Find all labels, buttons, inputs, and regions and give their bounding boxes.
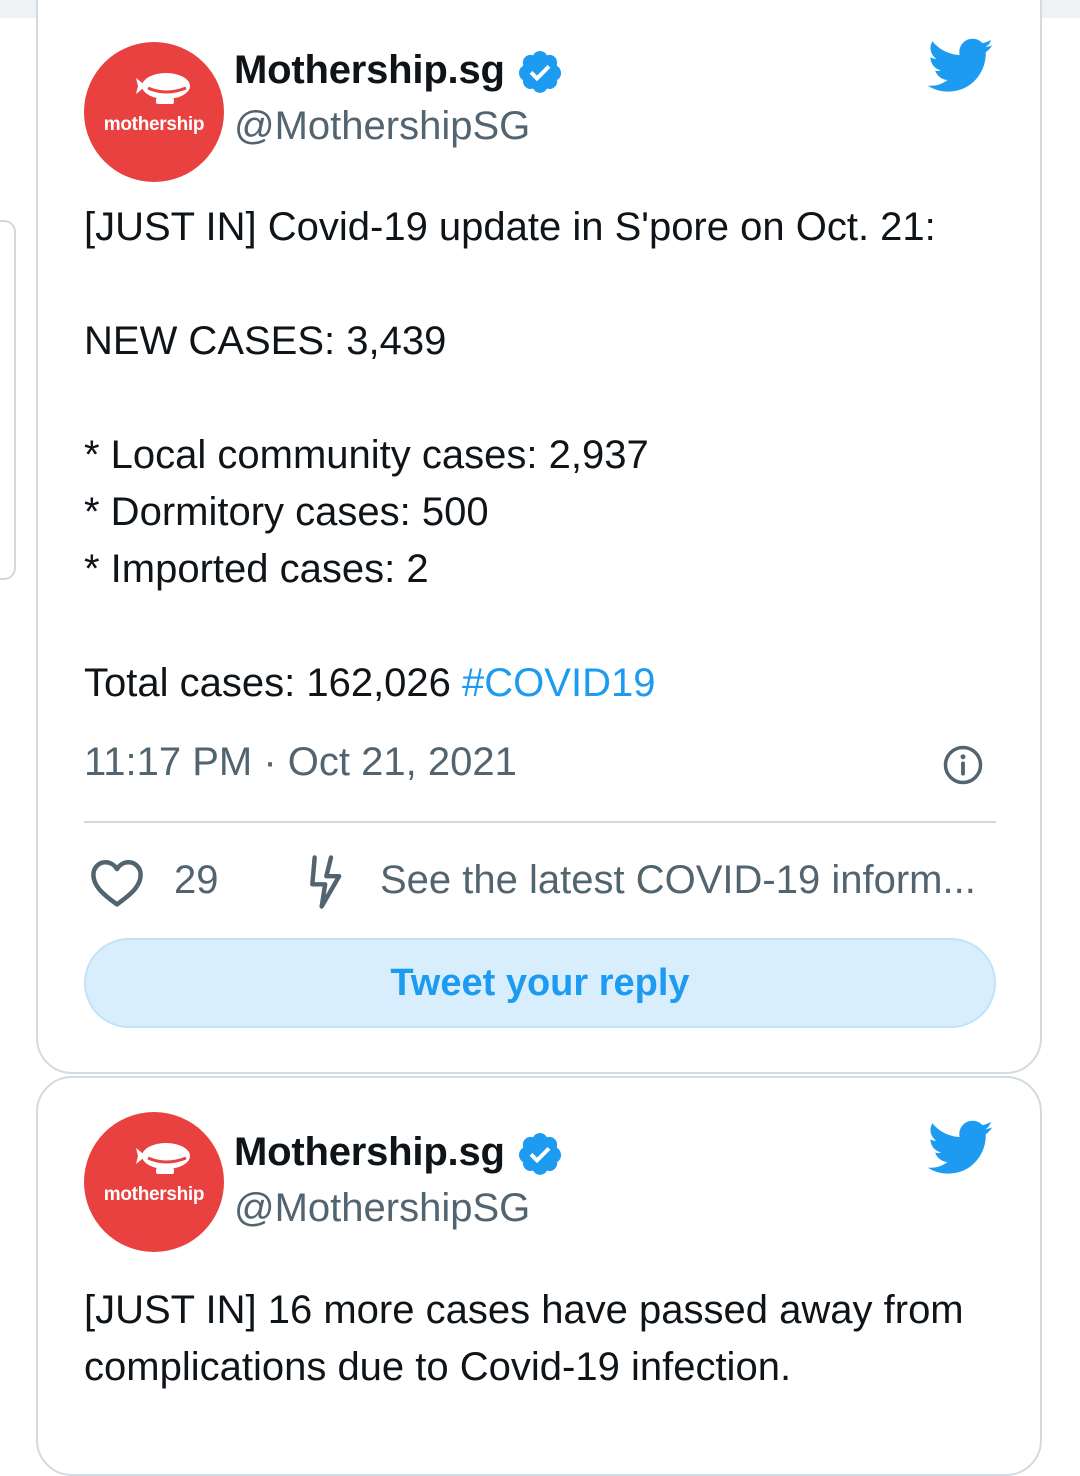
blimp-logo-icon [136,1143,190,1174]
hashtag-link[interactable]: #COVID19 [462,661,655,705]
tweet-text-headline: [JUST IN] Covid-19 update in S'pore on O… [84,205,936,249]
tweet-text-dormitory-cases: * Dormitory cases: 500 [84,490,489,534]
handle[interactable]: @MothershipSG [234,1186,530,1231]
tweet-text-line: [JUST IN] 16 more cases have passed away… [84,1288,964,1332]
twitter-bird-icon[interactable] [928,1120,994,1176]
info-icon[interactable] [942,744,984,786]
divider [84,821,996,823]
blimp-logo-icon [136,73,190,104]
tweet-text-imported-cases: * Imported cases: 2 [84,547,429,591]
avatar[interactable]: mothership [84,42,224,182]
verified-badge-icon [519,51,562,93]
tweet-text-line: complications due to Covid-19 infection. [84,1345,792,1389]
avatar-logo-text: mothership [103,114,205,135]
tweet-text-local-cases: * Local community cases: 2,937 [84,433,649,477]
covid-info-link[interactable]: See the latest COVID-19 inform... [380,858,976,903]
avatar[interactable]: mothership [84,1112,224,1252]
display-name[interactable]: Mothership.sg [234,1130,505,1175]
like-count: 29 [174,858,219,902]
tweet-text-total-cases: Total cases: 162,026 #COVID19 [84,655,655,712]
handle[interactable]: @MothershipSG [234,104,530,149]
scroll-handle[interactable] [0,220,16,580]
tweet-timestamp[interactable]: 11:17 PM · Oct 21, 2021 [84,740,517,785]
avatar-logo-text: mothership [103,1184,205,1205]
tweet-reply-button[interactable]: Tweet your reply [84,938,996,1028]
display-name[interactable]: Mothership.sg [234,48,505,93]
twitter-bird-icon[interactable] [928,38,994,94]
total-cases-text: Total cases: 162,026 [84,661,463,705]
heart-icon[interactable] [90,858,144,908]
verified-badge-icon [519,1133,562,1175]
tweet-text-new-cases: NEW CASES: 3,439 [84,319,447,363]
lightning-bolt-icon[interactable] [302,854,346,910]
